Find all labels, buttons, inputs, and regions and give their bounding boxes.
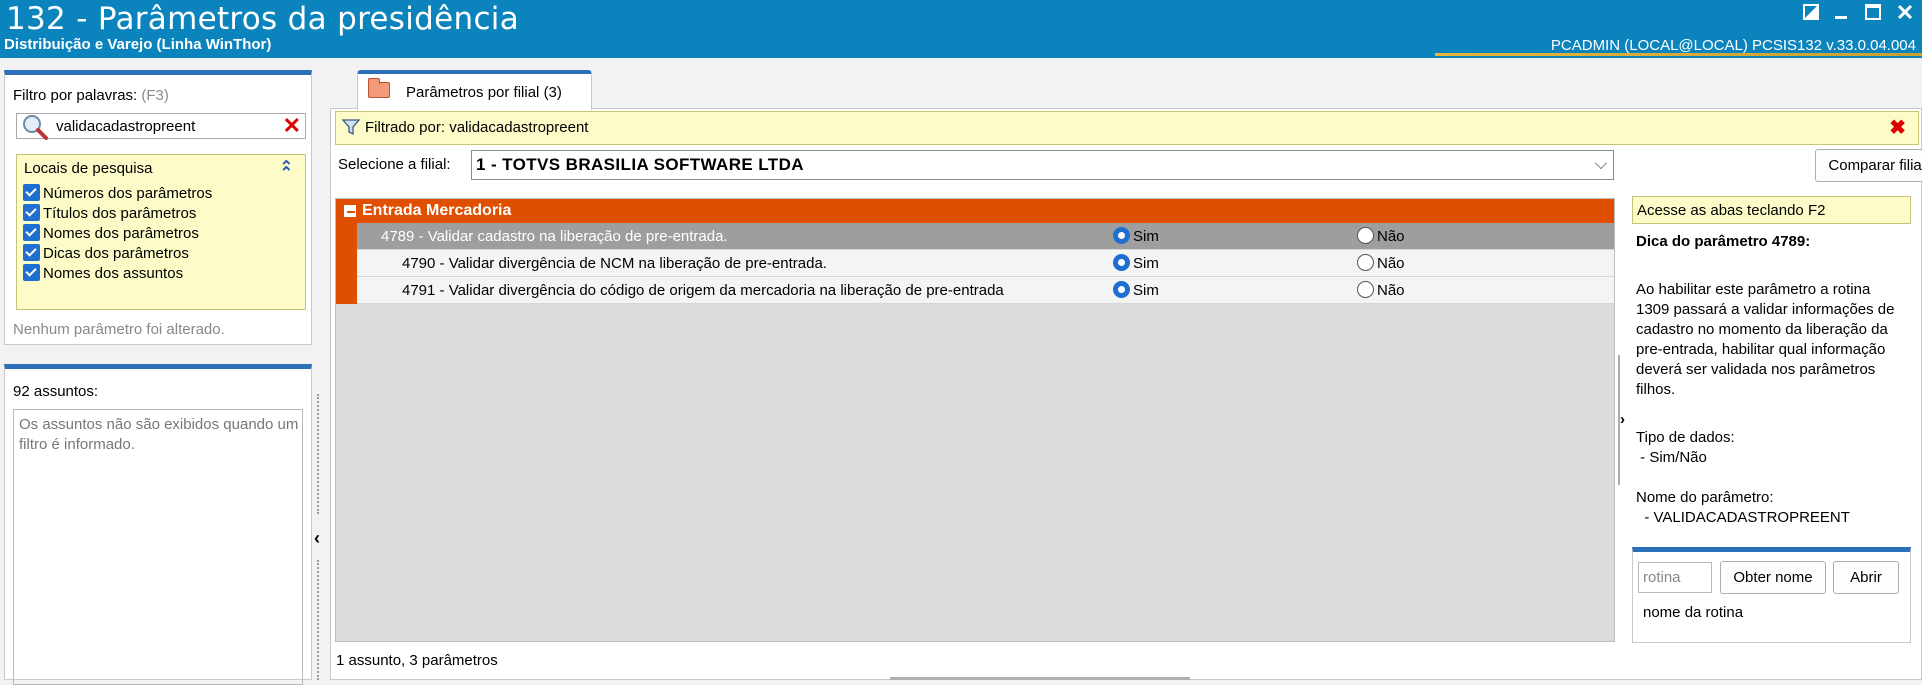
radio-checked-icon[interactable]: [1113, 227, 1130, 244]
group-gutter: [336, 223, 357, 304]
checkbox-icon[interactable]: [23, 224, 40, 241]
maximize-icon[interactable]: [1858, 0, 1888, 24]
filter-label: Filtro por palavras: (F3): [13, 87, 169, 104]
search-locations-header: Locais de pesquisa: [24, 160, 153, 177]
radio-yes[interactable]: Sim: [1113, 281, 1159, 299]
title-accent-line: [1435, 53, 1922, 56]
checkbox-parameter-tips[interactable]: Dicas dos parâmetros: [23, 244, 189, 264]
table-row[interactable]: 4789 - Validar cadastro na liberação de …: [357, 223, 1614, 250]
user-info: PCADMIN (LOCAL@LOCAL) PCSIS132 v.33.0.04…: [1550, 37, 1916, 54]
routine-name-label: nome da rotina: [1643, 604, 1744, 621]
title-bar: 132 - Parâmetros da presidência Distribu…: [0, 0, 1922, 58]
funnel-icon: [341, 119, 361, 136]
parameter-label: 4791 - Validar divergência do código de …: [402, 282, 1004, 299]
window-subtitle: Distribuição e Varejo (Linha WinThor): [4, 36, 272, 53]
param-name-label: Nome do parâmetro:: [1636, 489, 1774, 506]
parameter-label: 4790 - Validar divergência de NCM na lib…: [402, 255, 827, 272]
close-icon[interactable]: [1890, 0, 1920, 24]
minimize-icon[interactable]: [1826, 0, 1856, 24]
collapse-chevron-icon[interactable]: ⌃ ⌃: [280, 157, 293, 197]
radio-unchecked-icon[interactable]: [1357, 281, 1374, 298]
collapse-right-icon[interactable]: ›: [1620, 411, 1625, 428]
data-type-label: Tipo de dados:: [1636, 429, 1735, 446]
compare-branches-button[interactable]: Comparar filiais: [1815, 149, 1922, 182]
routine-input[interactable]: rotina: [1638, 562, 1712, 593]
table-row[interactable]: 4790 - Validar divergência de NCM na lib…: [357, 250, 1614, 277]
checkbox-parameter-names[interactable]: Nomes dos parâmetros: [23, 224, 199, 244]
parameter-label: 4789 - Validar cadastro na liberação de …: [381, 228, 728, 245]
branch-select[interactable]: 1 - TOTVS BRASILIA SOFTWARE LTDA: [471, 150, 1614, 180]
radio-checked-icon[interactable]: [1113, 254, 1130, 271]
search-icon: [23, 115, 48, 140]
radio-no[interactable]: Não: [1357, 281, 1405, 299]
folder-icon: [368, 78, 390, 98]
filter-bar-text: Filtrado por: validacadastropreent: [365, 119, 589, 136]
radio-unchecked-icon[interactable]: [1357, 227, 1374, 244]
radio-checked-icon[interactable]: [1113, 281, 1130, 298]
checkbox-icon[interactable]: [23, 184, 40, 201]
checkbox-icon[interactable]: [23, 264, 40, 281]
filter-bar: Filtrado por: validacadastropreent ✖: [335, 111, 1919, 145]
param-name-value: - VALIDACADASTROPREENT: [1636, 509, 1850, 526]
filter-search-field[interactable]: validacadastropreent ✕: [16, 113, 306, 140]
checkbox-parameter-titles[interactable]: Títulos dos parâmetros: [23, 204, 196, 224]
tab-parameters-by-branch[interactable]: Parâmetros por filial (3): [357, 70, 592, 110]
collapse-group-icon[interactable]: [344, 205, 356, 217]
checkbox-subject-names[interactable]: Nomes dos assuntos: [23, 264, 183, 284]
chevron-down-icon[interactable]: [1595, 157, 1607, 169]
subjects-panel: 92 assuntos: Os assuntos não são exibido…: [4, 364, 312, 685]
window-title: 132 - Parâmetros da presidência: [6, 1, 520, 37]
subjects-note: Os assuntos não são exibidos quando um f…: [19, 416, 299, 453]
table-row[interactable]: 4791 - Validar divergência do código de …: [357, 277, 1614, 304]
radio-yes[interactable]: Sim: [1113, 227, 1159, 245]
checkbox-icon[interactable]: [23, 204, 40, 221]
branch-label: Selecione a filial:: [338, 156, 451, 173]
tabs-hint: Acesse as abas teclando F2: [1632, 196, 1911, 224]
filter-panel: Filtro por palavras: (F3) validacadastro…: [4, 70, 312, 345]
collapse-left-icon[interactable]: ‹: [314, 528, 320, 549]
routine-panel: rotina Obter nome Abrir nome da rotina: [1632, 547, 1911, 643]
parameters-grid: Entrada Mercadoria 4789 - Validar cadast…: [335, 198, 1615, 642]
tip-body: Ao habilitar este parâmetro a rotina 130…: [1636, 281, 1895, 398]
tip-title: Dica do parâmetro 4789:: [1636, 233, 1811, 250]
remove-filter-icon[interactable]: ✖: [1889, 115, 1906, 140]
radio-no[interactable]: Não: [1357, 254, 1405, 272]
subjects-list[interactable]: Os assuntos não são exibidos quando um f…: [13, 409, 303, 685]
subjects-count: 92 assuntos:: [13, 383, 99, 400]
radio-no[interactable]: Não: [1357, 227, 1405, 245]
radio-unchecked-icon[interactable]: [1357, 254, 1374, 271]
restore-layout-icon[interactable]: [1796, 0, 1826, 24]
status-bar: 1 assunto, 3 parâmetros: [336, 652, 498, 669]
get-name-button[interactable]: Obter nome: [1720, 561, 1826, 594]
checkbox-icon[interactable]: [23, 244, 40, 261]
radio-yes[interactable]: Sim: [1113, 254, 1159, 272]
open-button[interactable]: Abrir: [1833, 561, 1899, 594]
clear-filter-icon[interactable]: ✕: [283, 113, 301, 139]
right-splitter[interactable]: ›: [1618, 355, 1628, 485]
checkbox-parameter-numbers[interactable]: Números dos parâmetros: [23, 184, 212, 204]
group-header[interactable]: Entrada Mercadoria: [336, 199, 1614, 223]
change-status-text: Nenhum parâmetro foi alterado.: [13, 321, 225, 338]
search-locations-box: Locais de pesquisa ⌃ ⌃ Números dos parâme…: [16, 154, 306, 310]
left-splitter[interactable]: ‹: [314, 394, 323, 680]
branch-select-value: 1 - TOTVS BRASILIA SOFTWARE LTDA: [476, 155, 804, 174]
data-type-value: - Sim/Não: [1636, 449, 1707, 466]
parameter-tip-panel: Dica do parâmetro 4789: Ao habilitar est…: [1632, 224, 1911, 548]
filter-input[interactable]: validacadastropreent: [56, 118, 195, 135]
